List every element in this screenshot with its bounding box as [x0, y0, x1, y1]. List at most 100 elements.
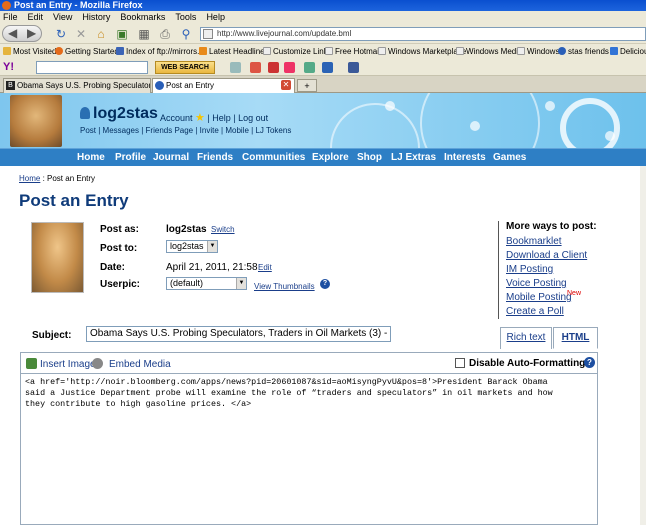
- download-client-link[interactable]: Download a Client: [506, 250, 587, 261]
- nav-explore[interactable]: Explore: [312, 151, 349, 164]
- menu-bookmarks[interactable]: Bookmarks: [120, 11, 165, 24]
- bookmark-item[interactable]: Most Visited: [3, 44, 56, 59]
- bookmark-item[interactable]: Customize Links: [263, 44, 332, 59]
- editor-toolbar: Insert Image Embed Media Disable Auto-Fo…: [20, 352, 598, 374]
- post-to-label: Post to:: [100, 243, 138, 254]
- bookmark-item[interactable]: Index of ftp://mirrors...: [116, 44, 204, 59]
- entry-textarea[interactable]: <a href='http://noir.bloomberg.com/apps/…: [20, 374, 598, 525]
- mail-icon[interactable]: [250, 62, 261, 73]
- help-link[interactable]: Help: [212, 113, 231, 123]
- forward-arrow-icon[interactable]: ▶: [27, 26, 36, 41]
- invite-link[interactable]: Invite: [200, 126, 219, 135]
- bookmark-icon: [3, 47, 11, 55]
- nav-home[interactable]: Home: [77, 151, 105, 164]
- nav-interests[interactable]: Interests: [444, 151, 486, 164]
- menu-help[interactable]: Help: [206, 11, 225, 24]
- bookmarklet-link[interactable]: Bookmarklet: [506, 236, 562, 247]
- switch-link[interactable]: Switch: [211, 225, 235, 234]
- bookmark-item[interactable]: Latest Headlines: [199, 44, 269, 59]
- media-icon: [92, 358, 103, 369]
- friends-page-link[interactable]: Friends Page: [146, 126, 194, 135]
- window-title-bar: Post an Entry - Mozilla Firefox: [0, 0, 646, 11]
- post-link[interactable]: Post: [80, 126, 96, 135]
- view-thumbnails-link[interactable]: View Thumbnails: [254, 282, 315, 291]
- menu-view[interactable]: View: [53, 11, 72, 24]
- menu-tools[interactable]: Tools: [175, 11, 196, 24]
- disable-auto-formatting-checkbox[interactable]: [455, 358, 465, 368]
- mobile-link[interactable]: Mobile: [225, 126, 249, 135]
- page-icon: [378, 47, 386, 55]
- search-icon[interactable]: ⚲: [178, 26, 194, 42]
- lj-username[interactable]: log2stas: [80, 105, 158, 123]
- embed-media-link[interactable]: Embed Media: [109, 359, 171, 370]
- livejournal-icon: [155, 81, 164, 90]
- page-scrollbar[interactable]: [640, 166, 646, 525]
- facebook-icon[interactable]: [348, 62, 359, 73]
- logout-link[interactable]: Log out: [238, 113, 268, 123]
- messenger-icon[interactable]: [322, 62, 333, 73]
- bookmark-item[interactable]: Windows Marketplace: [378, 44, 466, 59]
- account-link[interactable]: Account: [160, 113, 193, 123]
- userpic-select[interactable]: (default) ▼: [166, 277, 247, 290]
- im-posting-link[interactable]: IM Posting: [506, 264, 553, 275]
- home-icon[interactable]: ⌂: [93, 26, 109, 42]
- nav-friends[interactable]: Friends: [197, 151, 233, 164]
- bookmark-item[interactable]: Windows: [517, 44, 559, 59]
- yahoo-logo[interactable]: Y!: [3, 61, 14, 73]
- nav-communities[interactable]: Communities: [242, 151, 305, 164]
- rss-icon: [199, 47, 207, 55]
- subject-input[interactable]: Obama Says U.S. Probing Speculators, Tra…: [86, 326, 391, 342]
- decor-flower: [385, 101, 395, 111]
- help-icon[interactable]: ?: [584, 357, 595, 368]
- firefox-icon: [55, 47, 63, 55]
- bookmark-item[interactable]: stas friends: [558, 44, 609, 59]
- post-to-select[interactable]: log2stas ▼: [166, 240, 218, 253]
- breadcrumb-home[interactable]: Home: [19, 174, 40, 183]
- bookmark-item[interactable]: Free Hotmail: [325, 44, 381, 59]
- tab-bloomberg[interactable]: B Obama Says U.S. Probing Speculators, .…: [3, 78, 151, 93]
- messages-link[interactable]: Messages: [103, 126, 139, 135]
- insert-image-link[interactable]: Insert Image: [40, 359, 96, 370]
- nav-lj-extras[interactable]: LJ Extras: [391, 151, 436, 164]
- back-arrow-icon[interactable]: ◀: [8, 26, 17, 41]
- nav-games[interactable]: Games: [493, 151, 526, 164]
- edit-date-link[interactable]: Edit: [258, 263, 272, 272]
- user-icon: [80, 107, 90, 119]
- reload-icon[interactable]: ↻: [53, 26, 69, 42]
- lj-header-userpic[interactable]: [10, 95, 62, 147]
- firefox-icon: [2, 1, 11, 10]
- nav-journal[interactable]: Journal: [153, 151, 189, 164]
- games-icon[interactable]: [304, 62, 315, 73]
- help-icon[interactable]: ?: [320, 279, 330, 289]
- lj-tokens-link[interactable]: LJ Tokens: [255, 126, 291, 135]
- toolbar-icon[interactable]: [230, 62, 241, 73]
- menu-file[interactable]: File: [3, 11, 18, 24]
- bookmark-item[interactable]: Getting Started: [55, 44, 119, 59]
- tab-rich-text[interactable]: Rich text: [500, 327, 552, 349]
- menu-edit[interactable]: Edit: [28, 11, 44, 24]
- tab-label: Post an Entry: [166, 81, 215, 90]
- yahoo-search-input[interactable]: [36, 61, 148, 74]
- news-icon[interactable]: [268, 62, 279, 73]
- flickr-icon[interactable]: [284, 62, 295, 73]
- voice-posting-link[interactable]: Voice Posting: [506, 278, 567, 289]
- screen-icon[interactable]: ▦: [136, 26, 152, 42]
- close-tab-icon[interactable]: ✕: [281, 80, 291, 90]
- nav-profile[interactable]: Profile: [115, 151, 146, 164]
- tab-post-entry[interactable]: Post an Entry ✕: [152, 78, 295, 94]
- bookmark-item[interactable]: Delicious: [610, 44, 646, 59]
- mobile-posting-link[interactable]: Mobile Posting: [506, 292, 572, 303]
- print-icon[interactable]: ⎙: [157, 26, 173, 42]
- bookmark-add-icon[interactable]: ▣: [114, 26, 130, 42]
- address-bar[interactable]: http://www.livejournal.com/update.bml: [200, 27, 646, 41]
- create-poll-link[interactable]: Create a Poll: [506, 306, 564, 317]
- web-search-button[interactable]: WEB SEARCH: [155, 61, 215, 74]
- nav-shop[interactable]: Shop: [357, 151, 382, 164]
- lj-main-nav: Home Profile Journal Friends Communities…: [0, 148, 646, 166]
- window-title: Post an Entry - Mozilla Firefox: [14, 0, 143, 10]
- menu-history[interactable]: History: [82, 11, 110, 24]
- tab-html[interactable]: HTML: [553, 327, 598, 349]
- new-tab-button[interactable]: +: [297, 79, 317, 92]
- bookmark-item[interactable]: Windows Media: [456, 44, 522, 59]
- stop-icon[interactable]: ✕: [73, 26, 89, 42]
